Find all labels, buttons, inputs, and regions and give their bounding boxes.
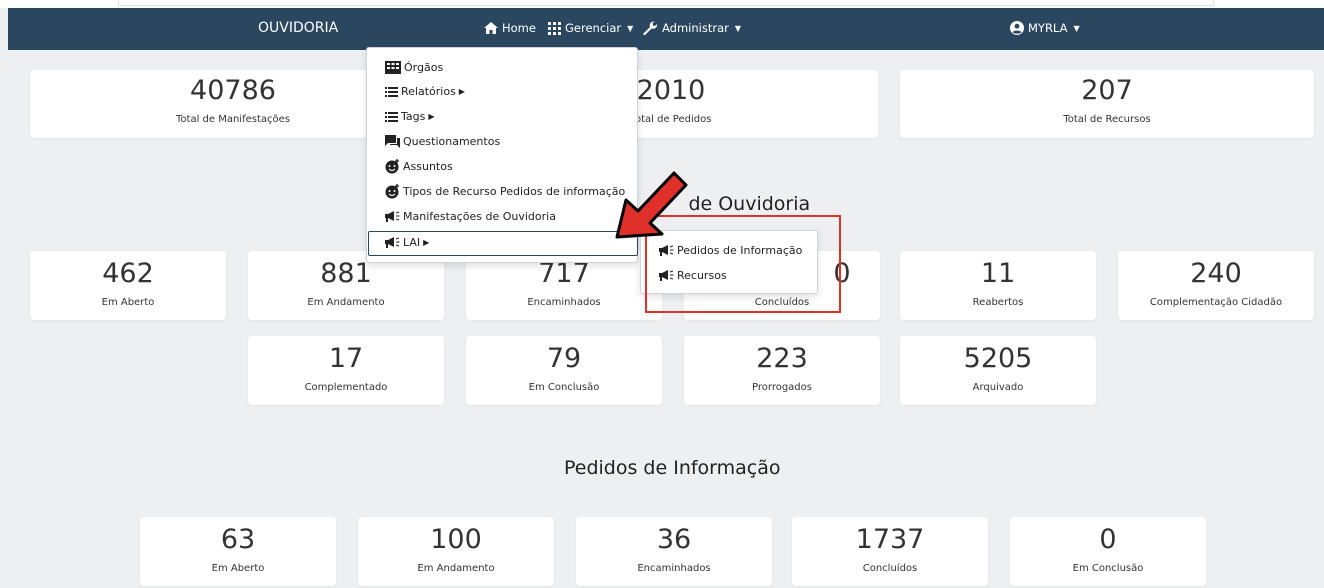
nav-user-label: MYRLA [1028,21,1068,35]
menu-item-tags[interactable]: Tags ▶ [385,110,435,123]
card-label: Encaminhados [637,563,711,574]
face-plus-icon [385,184,399,199]
card-value: 1737 [855,524,925,555]
menu-item-label: Assuntos [403,160,453,173]
face-plus-icon [385,159,399,174]
card-value: 207 [1081,75,1133,106]
chevron-down-icon: ▼ [734,23,742,33]
menu-item-label: LAI [403,236,421,249]
summary-card-recursos: 207 Total de Recursos [900,70,1314,138]
card-label: Prorrogados [752,382,812,393]
title-visible-part: de Ouvidoria [688,193,811,215]
megaphone-icon [385,237,400,248]
card-label: Complementação Cidadão [1149,297,1283,308]
card-label: Arquivado [972,382,1024,393]
caret-right-icon: ▶ [423,238,430,247]
card-value: 5205 [963,343,1033,374]
card-label: Em Aberto [211,563,265,574]
card-value: 17 [328,343,364,374]
menu-item-lai[interactable]: LAI ▶ [385,236,429,249]
section-title-pedidos: Pedidos de Informação [564,457,781,479]
pedidos-card-encaminhados[interactable]: 36 Encaminhados [576,517,772,586]
navbar: OUVIDORIA Home Gerenciar ▼ Administrar ▼… [8,8,1324,50]
menu-item-assuntos[interactable]: Assuntos [385,159,453,174]
card-value: 462 [102,258,154,289]
menu-item-questionamentos[interactable]: Questionamentos [385,135,500,148]
building-icon [385,61,401,74]
card-value: 223 [756,343,808,374]
menu-item-label: Relatórios [401,85,456,98]
status-card-em-aberto[interactable]: 462 Em Aberto [30,251,226,320]
card-label: Em Conclusão [528,382,600,393]
card-label: Em Aberto [101,297,155,308]
menu-item-relatorios[interactable]: Relatórios ▶ [385,85,465,98]
card-value: 63 [220,524,256,555]
nav-home[interactable]: Home [484,21,536,35]
top-strip-frame [118,0,1214,6]
nav-user[interactable]: MYRLA ▼ [1010,21,1080,35]
caret-right-icon: ▶ [458,87,465,96]
card-label: Concluídos [862,563,918,574]
pedidos-card-em-andamento[interactable]: 100 Em Andamento [358,517,554,586]
status-card-arquivado[interactable]: 5205 Arquivado [900,336,1096,405]
status-card-complementado[interactable]: 17 Complementado [248,336,444,405]
wrench-icon [643,21,658,35]
card-value: 240 [1190,258,1242,289]
menu-item-orgaos[interactable]: Órgãos [385,60,443,74]
pedidos-card-em-aberto[interactable]: 63 Em Aberto [140,517,336,586]
card-label: Em Conclusão [1072,563,1144,574]
card-label: Complementado [304,382,388,393]
user-circle-icon [1010,21,1024,35]
nav-gerenciar-label: Gerenciar [565,21,622,35]
card-value: 717 [538,258,590,289]
menu-item-manifestacoes-de-ouvidoria[interactable]: Manifestações de Ouvidoria [385,210,556,223]
status-card-complementacao-cidadao[interactable]: 240 Complementação Cidadão [1118,251,1314,320]
grid-icon [548,21,561,35]
card-label: Reabertos [972,297,1024,308]
card-label: Total de Recursos [1063,114,1151,125]
nav-administrar[interactable]: Administrar ▼ [642,21,741,35]
card-value: 36 [656,524,692,555]
chevron-down-icon: ▼ [1073,23,1080,33]
menu-item-label: Manifestações de Ouvidoria [403,210,556,223]
card-value: 881 [320,258,372,289]
nav-gerenciar[interactable]: Gerenciar ▼ [548,21,633,35]
top-strip [0,0,1324,8]
list-icon [385,86,398,97]
brand-link[interactable]: OUVIDORIA [258,20,338,36]
list-icon [385,111,398,122]
card-value: 11 [980,258,1016,289]
card-value: 0 [1099,524,1117,555]
megaphone-icon [385,211,400,222]
card-label: Encaminhados [527,297,601,308]
menu-item-label: Tags [401,110,426,123]
nav-administrar-label: Administrar [662,21,729,35]
status-card-reabertos[interactable]: 11 Reabertos [900,251,1096,320]
card-value: 79 [546,343,582,374]
card-label: Em Andamento [417,563,495,574]
menu-item-label: Órgãos [404,60,444,74]
menu-item-label: Tipos de Recurso Pedidos de informação [403,185,626,198]
nav-home-label: Home [502,21,536,35]
card-label: Em Andamento [307,297,385,308]
card-value: 100 [430,524,482,555]
menu-item-label: Questionamentos [403,135,501,148]
caret-right-icon: ▶ [428,112,435,121]
home-icon [484,22,498,34]
status-card-em-conclusao[interactable]: 79 Em Conclusão [466,336,662,405]
gerenciar-dropdown-menu: Órgãos Relatórios ▶ Tags ▶ Questionament… [366,47,638,263]
annotation-arrow-icon [615,171,688,239]
comments-icon [385,135,400,148]
chevron-down-icon: ▼ [627,23,634,33]
pedidos-card-em-conclusao[interactable]: 0 Em Conclusão [1010,517,1206,586]
pedidos-card-concluidos[interactable]: 1737 Concluídos [792,517,988,586]
menu-item-tipos-de-recurso[interactable]: Tipos de Recurso Pedidos de informação [385,184,625,199]
status-card-prorrogados[interactable]: 223 Prorrogados [684,336,880,405]
